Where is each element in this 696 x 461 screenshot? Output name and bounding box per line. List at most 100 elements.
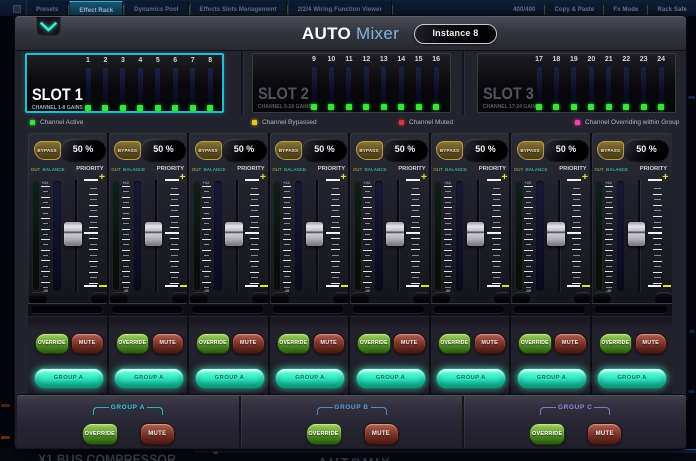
mute-button[interactable]: MUTE	[232, 333, 265, 354]
scale-tick	[526, 266, 532, 267]
group-assign-button[interactable]: GROUP A	[34, 368, 104, 388]
mute-button[interactable]: MUTE	[635, 333, 668, 354]
override-button[interactable]: OVERRIDE	[599, 333, 633, 354]
bypass-button[interactable]: BYPASS	[34, 141, 61, 160]
mute-button[interactable]: MUTE	[474, 333, 507, 354]
channel-number: 19	[565, 56, 582, 63]
tab-dynamics-pool[interactable]: Dynamics Pool	[124, 1, 188, 16]
tab-400-400[interactable]: 400/400	[504, 1, 544, 16]
priority-fader-knob[interactable]	[467, 222, 485, 246]
out-meter[interactable]	[595, 181, 603, 291]
gain-value-display[interactable]: 50 %	[61, 139, 106, 161]
balance-fader[interactable]	[536, 181, 544, 291]
tab-2-2-4-wiring-function-viewer[interactable]: 2/2/4 Wiring Function Viewer	[288, 1, 392, 16]
group-override-button[interactable]: OVERRIDE	[529, 423, 565, 445]
slot-panel-1[interactable]: SLOT 1CHANNEL 1-8 GAINS12345678	[25, 53, 224, 113]
instance-button[interactable]: Instance 8	[414, 24, 497, 44]
channel-meter-bar	[364, 67, 369, 102]
group-bracket-left	[317, 407, 333, 415]
mute-button[interactable]: MUTE	[152, 333, 185, 354]
mute-button[interactable]: MUTE	[313, 333, 346, 354]
out-meter[interactable]	[112, 181, 120, 291]
gain-value-display[interactable]: 50 %	[544, 139, 589, 161]
bypass-button[interactable]: BYPASS	[114, 141, 141, 160]
scale-tick	[123, 266, 129, 267]
channel-active-led	[102, 105, 108, 111]
priority-fader-knob[interactable]	[628, 222, 646, 246]
tab-effect-rack[interactable]: Effect Rack	[69, 1, 123, 16]
group-mute-button[interactable]: MUTE	[587, 423, 622, 445]
balance-fader[interactable]	[375, 181, 383, 291]
group-mute-button[interactable]: MUTE	[140, 423, 175, 445]
tab-effects-slots-management[interactable]: Effects Slots Management	[190, 1, 287, 16]
override-button[interactable]: OVERRIDE	[196, 333, 230, 354]
tab-presets[interactable]: Presets	[26, 1, 68, 16]
override-button[interactable]: OVERRIDE	[116, 333, 150, 354]
scale-tick	[444, 229, 453, 230]
gain-value-display[interactable]: 50 %	[463, 139, 508, 161]
mute-button[interactable]: MUTE	[554, 333, 587, 354]
out-meter[interactable]	[193, 181, 201, 291]
mute-button[interactable]: MUTE	[71, 333, 104, 354]
out-meter[interactable]	[354, 181, 362, 291]
override-button[interactable]: OVERRIDE	[35, 333, 69, 354]
channel-number: 21	[600, 56, 617, 63]
override-button[interactable]: OVERRIDE	[518, 333, 552, 354]
strip-buttons-panel: OVERRIDEMUTE GROUP A	[592, 317, 673, 395]
balance-fader[interactable]	[134, 181, 142, 291]
bypass-button[interactable]: BYPASS	[436, 141, 463, 160]
balance-fader[interactable]	[214, 181, 222, 291]
tab-rack-safe[interactable]: Rack Safe	[648, 1, 696, 16]
legend-item: Channel Overriding within Group	[575, 118, 679, 126]
bypass-button[interactable]: BYPASS	[356, 141, 383, 160]
group-assign-button[interactable]: GROUP A	[356, 368, 426, 388]
gain-value-display[interactable]: 50 %	[383, 139, 428, 161]
priority-fader-knob[interactable]	[547, 222, 565, 246]
group-mute-button[interactable]: MUTE	[364, 423, 399, 445]
slot-panel-2[interactable]: SLOT 2CHANNEL 9-16 GAINS910111213141516	[252, 53, 451, 113]
override-button[interactable]: OVERRIDE	[277, 333, 311, 354]
tab-fx-mode[interactable]: Fx Mode	[604, 1, 647, 16]
tab-copy-paste[interactable]: Copy & Paste	[545, 1, 603, 16]
slot-panel-3[interactable]: SLOT 3CHANNEL 17-24 GAINS171819202122232…	[477, 53, 676, 113]
bypass-button[interactable]: BYPASS	[195, 141, 222, 160]
balance-label: BALANCE	[525, 167, 548, 172]
group-assign-button[interactable]: GROUP A	[597, 368, 667, 388]
priority-fader-knob[interactable]	[386, 222, 404, 246]
out-meter[interactable]	[515, 181, 523, 291]
balance-fader[interactable]	[617, 181, 625, 291]
group-assign-button[interactable]: GROUP A	[195, 368, 265, 388]
group-assign-button[interactable]: GROUP A	[436, 368, 506, 388]
out-meter[interactable]	[434, 181, 442, 291]
balance-fader[interactable]	[295, 181, 303, 291]
override-button[interactable]: OVERRIDE	[438, 333, 472, 354]
priority-fader-knob[interactable]	[225, 222, 243, 246]
mute-button[interactable]: MUTE	[393, 333, 426, 354]
group-assign-button[interactable]: GROUP A	[114, 368, 184, 388]
priority-min-indicator	[502, 285, 510, 287]
bypass-button[interactable]: BYPASS	[517, 141, 544, 160]
group-override-button[interactable]: OVERRIDE	[82, 423, 118, 445]
gain-value-display[interactable]: 50 %	[141, 139, 186, 161]
priority-mid-tick	[84, 232, 98, 234]
override-button[interactable]: OVERRIDE	[357, 333, 391, 354]
balance-fader[interactable]	[53, 181, 61, 291]
bypass-button[interactable]: BYPASS	[275, 141, 302, 160]
group-assign-button[interactable]: GROUP A	[517, 368, 587, 388]
out-meter[interactable]	[273, 181, 281, 291]
group-assign-button[interactable]: GROUP A	[275, 368, 345, 388]
app-menu-icon[interactable]	[13, 5, 21, 13]
gain-value-display[interactable]: 50 %	[222, 139, 267, 161]
priority-fader-knob[interactable]	[64, 222, 82, 246]
group-master-bar: GROUP AOVERRIDEMUTEGROUP BOVERRIDEMUTEGR…	[17, 395, 686, 448]
priority-fader-knob[interactable]	[145, 222, 163, 246]
balance-fader[interactable]	[456, 181, 464, 291]
gain-value-display[interactable]: 50 %	[624, 139, 669, 161]
priority-fader-knob[interactable]	[306, 222, 324, 246]
bypass-button[interactable]: BYPASS	[597, 141, 624, 160]
priority-mid-tick	[165, 232, 179, 234]
out-meter[interactable]	[32, 181, 40, 291]
group-override-button[interactable]: OVERRIDE	[306, 423, 342, 445]
gain-value-display[interactable]: 50 %	[302, 139, 347, 161]
title-auto: AUTO	[302, 24, 351, 43]
